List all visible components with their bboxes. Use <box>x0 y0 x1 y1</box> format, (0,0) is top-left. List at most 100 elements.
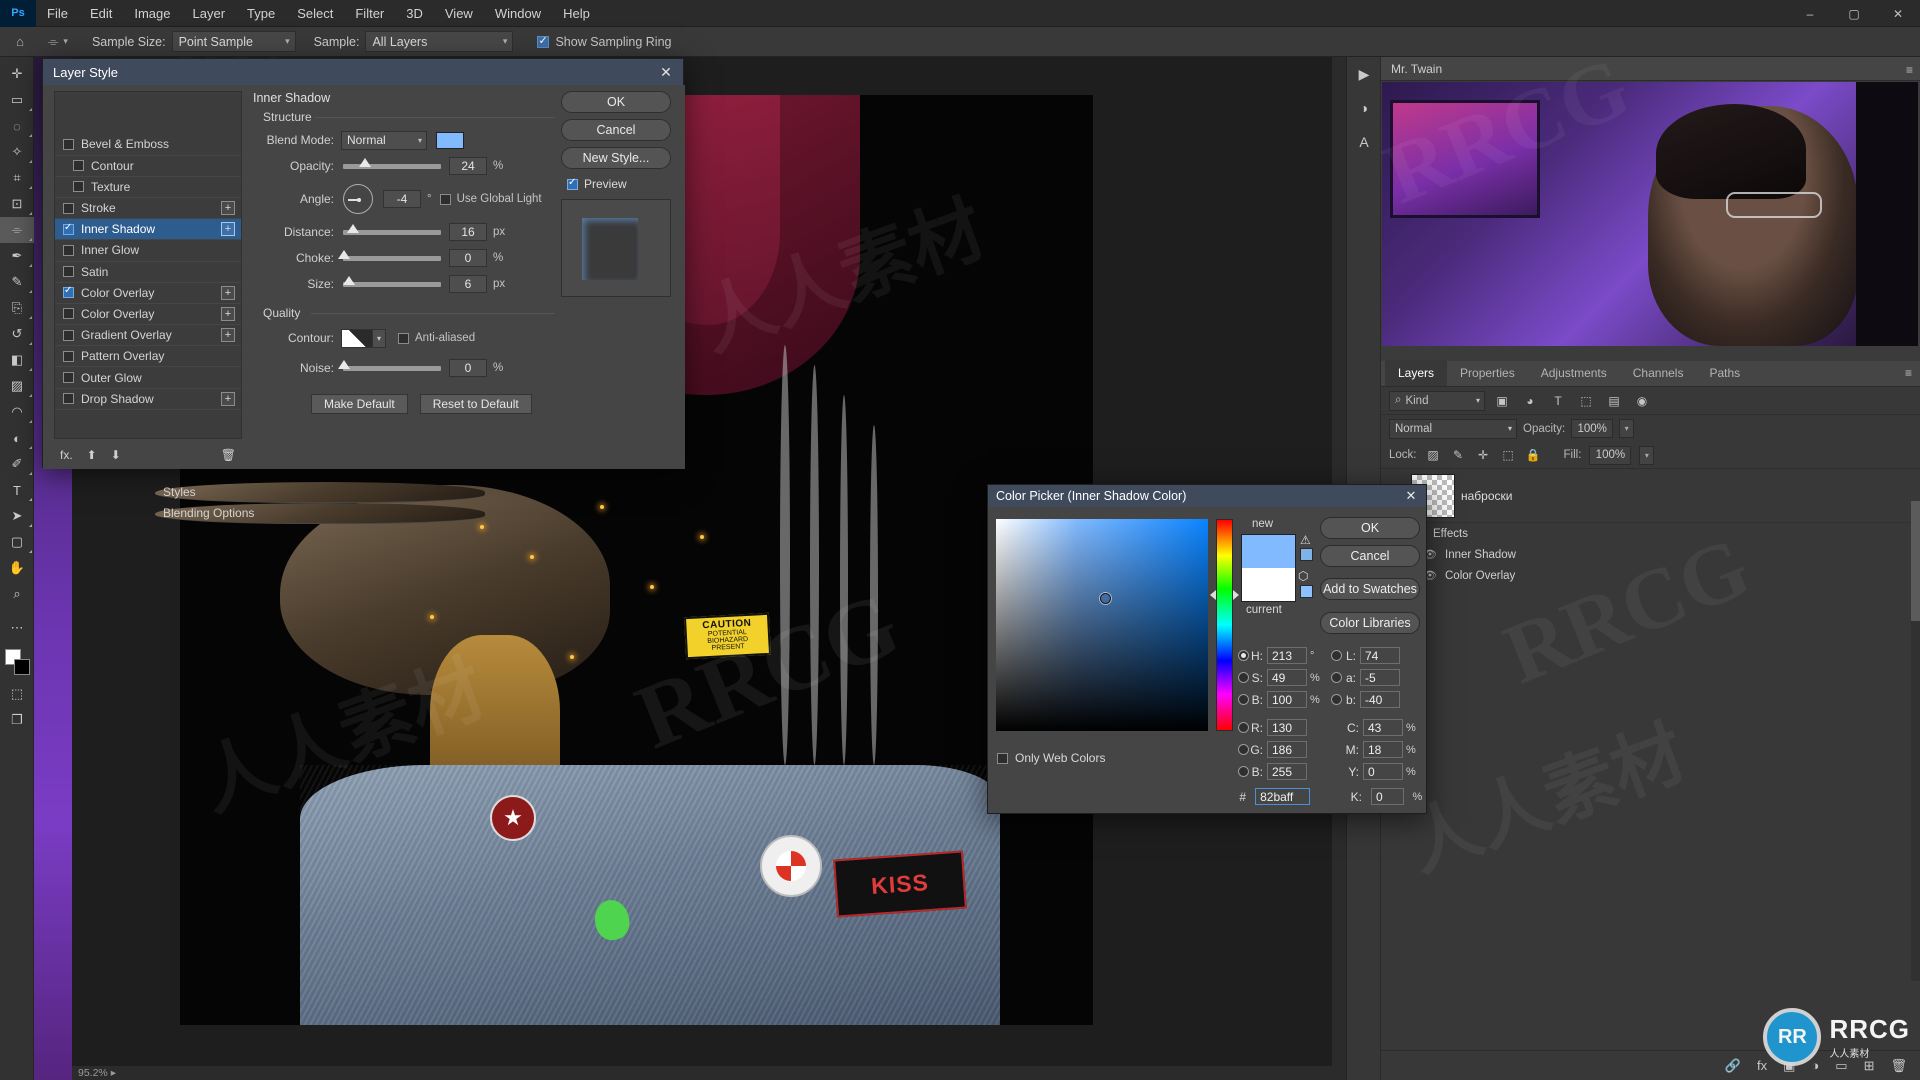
hue-input[interactable]: 213 <box>1267 647 1307 664</box>
tab-adjustments[interactable]: Adjustments <box>1528 360 1620 386</box>
angle-input[interactable]: -4 <box>383 190 421 208</box>
add-effect-icon[interactable]: + <box>221 200 235 215</box>
ls-checkbox[interactable] <box>63 202 74 214</box>
opacity-slider[interactable] <box>343 157 441 169</box>
sample-size-select[interactable]: Point Sample ▾ <box>171 31 296 52</box>
add-effect-icon[interactable]: + <box>221 222 235 237</box>
choke-slider[interactable] <box>338 249 441 261</box>
screen-mode-button[interactable]: ❐ <box>0 707 34 733</box>
tool-hand[interactable]: ✋ <box>0 555 34 581</box>
red-radio[interactable] <box>1238 722 1249 733</box>
preview-checkbox[interactable] <box>567 176 578 190</box>
quick-mask-button[interactable]: ⬚ <box>0 681 34 707</box>
ls-checkbox[interactable] <box>73 181 84 193</box>
menu-bar[interactable]: Ps File Edit Image Layer Type Select Fil… <box>0 0 1920 27</box>
minimize-button[interactable]: – <box>1788 0 1832 27</box>
layer-filter-row[interactable]: ⌕ Kind ▾ ▣ ◕ T ⬚ ▤ ◉ <box>1381 387 1920 415</box>
lock-image-icon[interactable]: ✎ <box>1450 447 1467 464</box>
ls-item-color-overlay-2[interactable]: Color Overlay + <box>55 304 241 326</box>
chevron-down-icon[interactable]: ▾ <box>63 36 68 47</box>
tool-move[interactable]: ✛ <box>0 61 34 87</box>
menu-filter[interactable]: Filter <box>344 0 395 27</box>
green-input[interactable]: 186 <box>1267 741 1307 758</box>
ls-item-drop-shadow[interactable]: Drop Shadow + <box>55 389 241 410</box>
menu-edit[interactable]: Edit <box>79 0 123 27</box>
opacity-input[interactable]: 24 <box>449 157 487 175</box>
current-color-swatch[interactable] <box>1241 568 1296 602</box>
menu-layer[interactable]: Layer <box>182 0 237 27</box>
ls-checkbox[interactable] <box>63 393 74 405</box>
tab-paths[interactable]: Paths <box>1696 360 1753 386</box>
tool-shape[interactable]: ▢ <box>0 529 34 555</box>
menu-window[interactable]: Window <box>484 0 552 27</box>
options-bar[interactable]: ⌂ ⌯ ▾ Sample Size: Point Sample ▾ Sample… <box>0 27 1920 57</box>
layer-effect-color-overlay[interactable]: 👁 Color Overlay <box>1381 565 1920 586</box>
color-field-marker[interactable] <box>1100 593 1111 604</box>
ls-item-color-overlay-1[interactable]: Color Overlay + <box>55 283 241 304</box>
close-button[interactable]: ✕ <box>1876 0 1920 27</box>
ls-item-bevel-emboss[interactable]: Bevel & Emboss <box>55 134 241 156</box>
make-default-button[interactable]: Make Default <box>311 394 408 414</box>
layer-row[interactable]: ▢ наброски <box>1381 469 1920 523</box>
fx-icon[interactable]: fx. <box>60 448 73 462</box>
layer-style-list-toolbar[interactable]: fx. ⬆ ⬇ 🗑 <box>54 445 242 465</box>
move-up-icon[interactable]: ⬆ <box>87 448 97 462</box>
reference-panel-tabbar[interactable]: Mr. Twain ≡ <box>1381 57 1920 81</box>
ls-checkbox[interactable] <box>63 350 74 362</box>
active-tool-preset[interactable]: ⌯ ▾ <box>42 32 74 52</box>
size-slider[interactable] <box>343 275 441 287</box>
gamut-warning-icon[interactable]: ⚠ <box>1300 533 1311 547</box>
cyan-input[interactable]: 43 <box>1363 719 1403 736</box>
shape-filter-icon[interactable]: ⬚ <box>1575 391 1597 411</box>
tool-zoom[interactable]: ⌕ <box>0 581 34 607</box>
layer-kind-filter[interactable]: ⌕ Kind ▾ <box>1389 390 1485 411</box>
close-icon[interactable]: ✕ <box>1402 487 1420 505</box>
ls-item-gradient-overlay[interactable]: Gradient Overlay + <box>55 325 241 347</box>
blue-input[interactable]: 255 <box>1267 763 1307 780</box>
add-effect-icon[interactable]: + <box>221 391 235 406</box>
use-global-light-checkbox[interactable] <box>439 193 451 205</box>
ls-item-outer-glow[interactable]: Outer Glow <box>55 367 241 389</box>
ls-item-blending-options[interactable]: Blending Options <box>155 503 485 525</box>
tool-crop[interactable]: ⌗ <box>0 165 34 191</box>
tool-eraser[interactable]: ◧ <box>0 347 34 373</box>
color-picker-ok-button[interactable]: OK <box>1320 517 1420 539</box>
hue-marker-left[interactable] <box>1210 590 1216 600</box>
add-effect-icon[interactable]: + <box>221 285 235 300</box>
tool-path-selection[interactable]: ➤ <box>0 503 34 529</box>
layer-fill-stepper[interactable]: ▾ <box>1639 445 1655 465</box>
color-picker-cancel-button[interactable]: Cancel <box>1320 545 1420 567</box>
panel-menu-icon[interactable]: ≡ <box>1905 367 1912 379</box>
preview-option[interactable]: Preview <box>567 176 677 191</box>
gamut-warning-swatch[interactable] <box>1300 548 1313 561</box>
layer-blend-row[interactable]: Normal ▾ Opacity: 100% ▾ <box>1381 415 1920 442</box>
layers-panel-tabs[interactable]: Layers Properties Adjustments Channels P… <box>1381 360 1920 387</box>
distance-slider[interactable] <box>343 223 441 235</box>
tool-quick-select[interactable]: ✧ <box>0 139 34 165</box>
ls-checkbox[interactable] <box>63 284 74 299</box>
pixel-filter-icon[interactable]: ▣ <box>1491 391 1513 411</box>
menu-file[interactable]: File <box>36 0 79 27</box>
web-safe-swatch[interactable] <box>1300 585 1313 598</box>
tool-blur[interactable]: ◠ <box>0 399 34 425</box>
brightness-radio[interactable] <box>1238 694 1249 705</box>
ls-item-styles[interactable]: Styles <box>155 482 485 504</box>
layer-effects-group[interactable]: 👁 Effects <box>1381 523 1920 544</box>
layer-style-dialog[interactable]: Layer Style ✕ Styles Blending Options Be… <box>42 58 685 525</box>
blend-mode-select[interactable]: Normal ▾ <box>341 130 427 150</box>
layer-style-effects-list[interactable]: Styles Blending Options Bevel & Emboss C… <box>54 91 485 525</box>
lab-b-input[interactable]: -40 <box>1360 691 1400 708</box>
show-sampling-ring-option[interactable]: Show Sampling Ring <box>537 34 672 49</box>
tool-clone-stamp[interactable]: ⎘ <box>0 295 34 321</box>
green-radio[interactable] <box>1238 744 1249 755</box>
add-effect-icon[interactable]: + <box>221 328 235 343</box>
color-libraries-button[interactable]: Color Libraries <box>1320 612 1420 634</box>
ls-checkbox[interactable] <box>63 244 74 256</box>
ok-button[interactable]: OK <box>561 91 671 113</box>
menu-select[interactable]: Select <box>286 0 344 27</box>
layer-opacity-value[interactable]: 100% <box>1571 419 1614 438</box>
layer-fill-value[interactable]: 100% <box>1589 445 1632 465</box>
menu-3d[interactable]: 3D <box>395 0 434 27</box>
lock-all-icon[interactable]: 🔒 <box>1525 447 1542 464</box>
adjustments-icon[interactable]: ◑ <box>1347 91 1381 125</box>
